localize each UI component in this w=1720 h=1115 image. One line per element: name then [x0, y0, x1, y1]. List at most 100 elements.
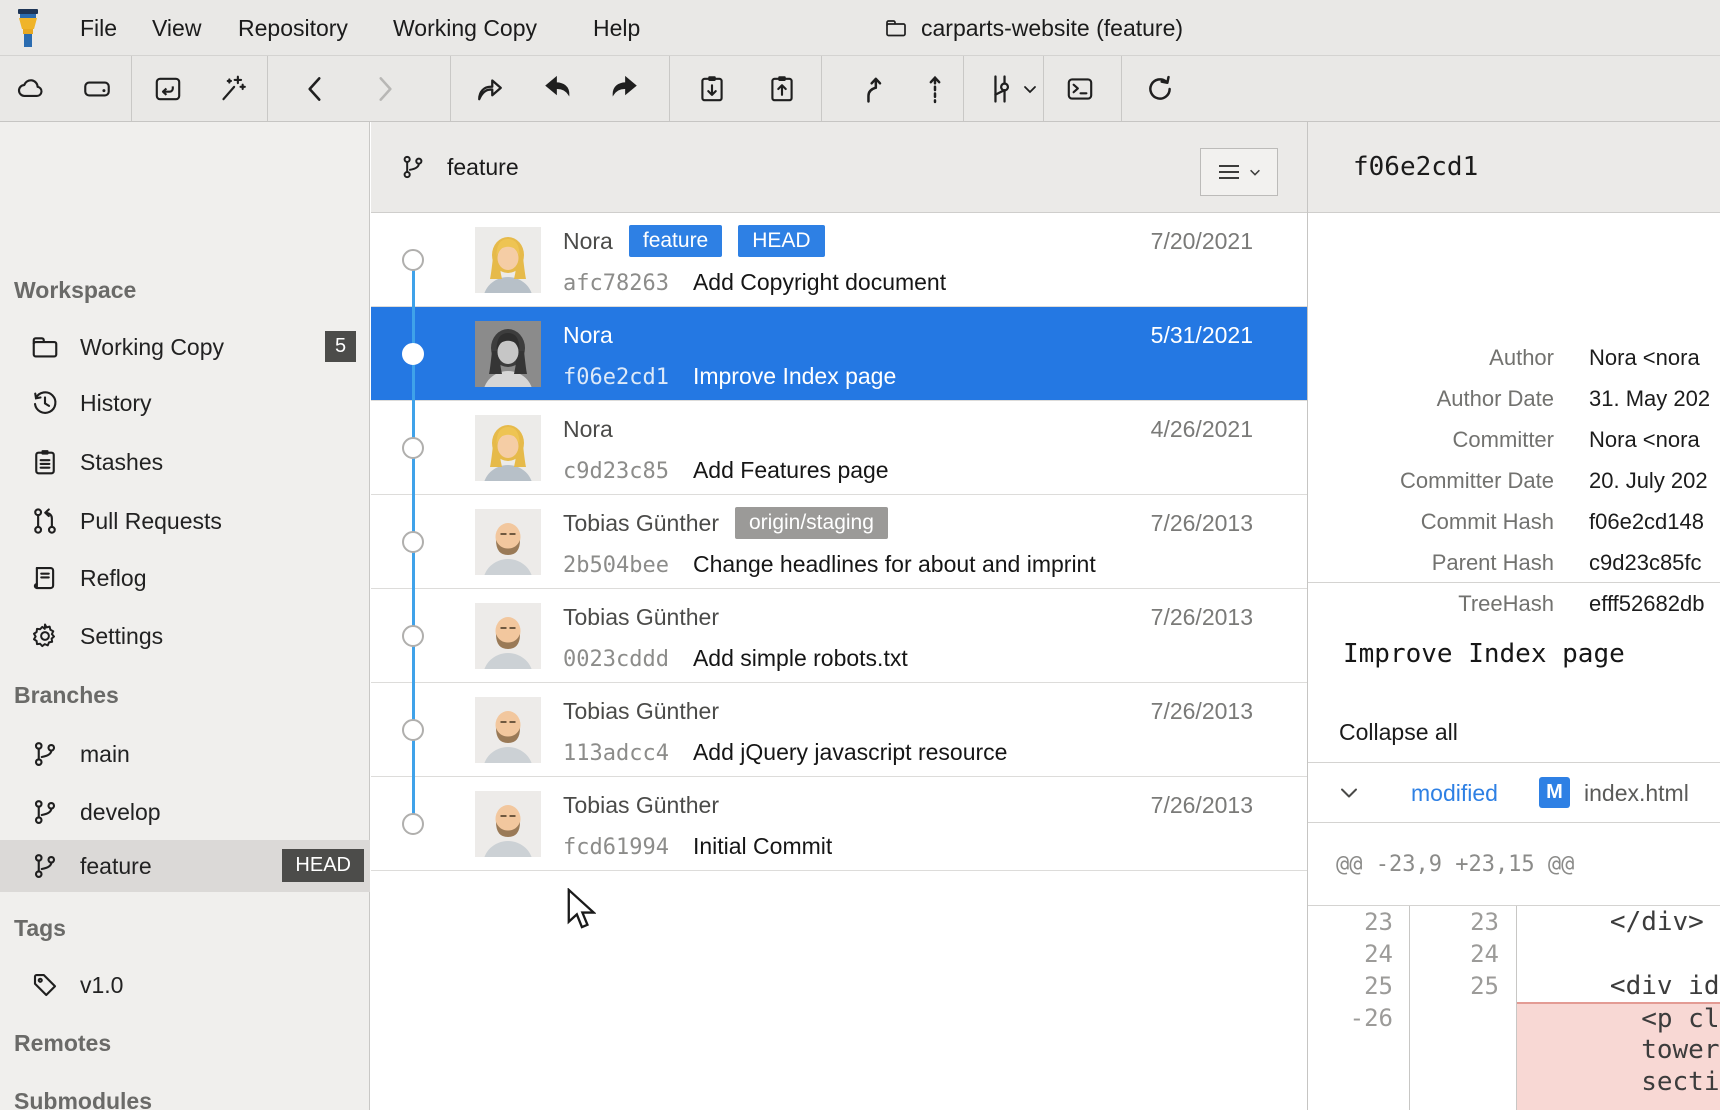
menu-file[interactable]: File: [80, 0, 117, 56]
forward-button[interactable]: [356, 56, 414, 121]
quick-actions-button[interactable]: [203, 56, 261, 121]
sidebar-item-label: main: [80, 728, 130, 780]
commit-hash: c9d23c85: [563, 459, 669, 484]
sidebar-item-tag-v1[interactable]: v1.0: [0, 959, 370, 1011]
sidebar-item-label: Pull Requests: [80, 495, 222, 547]
sidebar-header-submodules: Submodules: [14, 1088, 152, 1115]
sidebar-item-settings[interactable]: Settings: [0, 610, 370, 662]
new-line-number: 23: [1409, 906, 1516, 938]
old-line-number: 25: [1308, 970, 1409, 1002]
window-title-text: carparts-website (feature): [921, 15, 1183, 42]
graph-node: [402, 625, 424, 647]
avatar: [475, 227, 541, 293]
old-line-number: [1308, 1066, 1409, 1098]
diff-column-divider: [1516, 906, 1517, 1110]
old-line-number: -26: [1308, 1002, 1409, 1034]
sidebar-item-label: Reflog: [80, 552, 146, 604]
old-line-number: 24: [1308, 938, 1409, 970]
devices-button[interactable]: [68, 56, 126, 121]
sidebar-item-working-copy[interactable]: Working Copy 5: [0, 321, 370, 373]
detail-fields: Author Nora <nora Author Date 31. May 20…: [1308, 213, 1720, 583]
commit-author: Tobias Günther: [563, 698, 719, 725]
avatar: [475, 697, 541, 763]
code-text: tower: [1516, 1034, 1720, 1066]
folder-icon: [883, 16, 909, 40]
chevron-down-icon[interactable]: [1338, 782, 1360, 804]
diff-line-removed: tower: [1308, 1034, 1720, 1066]
sidebar-item-branch-main[interactable]: main: [0, 728, 370, 780]
modified-badge: M: [1539, 777, 1570, 808]
head-badge: HEAD: [738, 225, 824, 257]
commit-row[interactable]: Tobias Günther 7/26/2013 fcd61994 Initia…: [371, 777, 1307, 871]
commit-row[interactable]: Tobias Günther 7/26/2013 113adcc4 Add jQ…: [371, 683, 1307, 777]
pull-button[interactable]: [844, 56, 902, 121]
commit-detail-panel: f06e2cd1 Author Nora <nora Author Date 3…: [1307, 122, 1720, 1110]
undo-button[interactable]: [529, 56, 587, 121]
changed-file-row[interactable]: modified M index.html: [1308, 763, 1720, 823]
menu-working-copy[interactable]: Working Copy: [393, 0, 537, 56]
tag-icon: [30, 970, 60, 1000]
app-icon: [10, 8, 46, 48]
collapse-all-link[interactable]: Collapse all: [1339, 719, 1458, 746]
sidebar-header-branches: Branches: [14, 682, 119, 709]
field-label: Commit Hash: [1308, 509, 1554, 535]
sidebar-item-pull-requests[interactable]: Pull Requests: [0, 495, 370, 547]
field-value: 31. May 202: [1589, 386, 1720, 412]
graph-node: [402, 813, 424, 835]
sidebar-item-branch-feature[interactable]: feature HEAD: [0, 840, 370, 892]
menu-bar: File View Repository Working Copy Help c…: [0, 0, 1720, 56]
sidebar-item-history[interactable]: History: [0, 377, 370, 429]
push-button[interactable]: [906, 56, 964, 121]
commit-row[interactable]: Tobias Günther origin/staging 7/26/2013 …: [371, 495, 1307, 589]
stash-save-button[interactable]: [683, 56, 741, 121]
merge-dropdown-chevron[interactable]: [1016, 56, 1044, 121]
terminal-button[interactable]: [1051, 56, 1109, 121]
commit-date: 7/26/2013: [1151, 698, 1267, 725]
diff-line-removed: secti: [1308, 1066, 1720, 1098]
head-badge: HEAD: [282, 849, 364, 882]
commit-message: Add Features page: [693, 457, 889, 484]
menu-help[interactable]: Help: [593, 0, 640, 56]
commit-row-selected[interactable]: Nora 5/31/2021 f06e2cd1 Improve Index pa…: [371, 307, 1307, 401]
menu-view[interactable]: View: [152, 0, 201, 56]
commit-date: 7/26/2013: [1151, 510, 1267, 537]
cloud-button[interactable]: [2, 56, 60, 121]
pull-request-icon: [30, 506, 60, 536]
current-branch-label: feature: [447, 122, 519, 213]
detail-header: f06e2cd1: [1308, 122, 1720, 213]
avatar: [475, 415, 541, 481]
sidebar-item-reflog[interactable]: Reflog: [0, 552, 370, 604]
commit-message: Add jQuery javascript resource: [693, 739, 1007, 766]
redo-button[interactable]: [595, 56, 653, 121]
sidebar-item-stashes[interactable]: Stashes: [0, 436, 370, 488]
branch-badge: feature: [629, 225, 722, 257]
branch-icon: [30, 851, 60, 881]
stash-apply-button[interactable]: [753, 56, 811, 121]
diff-line: 23 23 </div>: [1308, 906, 1720, 938]
commit-hash: afc78263: [563, 271, 669, 296]
sidebar-item-label: Working Copy: [80, 321, 224, 373]
diff-line: 24 24: [1308, 938, 1720, 970]
avatar: [475, 603, 541, 669]
sidebar-item-branch-develop[interactable]: develop: [0, 786, 370, 838]
gear-icon: [30, 621, 60, 651]
menu-repository[interactable]: Repository: [238, 0, 348, 56]
hamburger-icon: [1217, 163, 1241, 181]
open-repository-button[interactable]: [139, 56, 197, 121]
graph-node: [402, 531, 424, 553]
commit-row[interactable]: Nora feature HEAD 7/20/2021 afc78263 Add…: [371, 213, 1307, 307]
branch-icon: [30, 739, 60, 769]
hunk-range: @@ -23,9 +23,15 @@: [1336, 823, 1574, 906]
checkout-button[interactable]: [461, 56, 519, 121]
sidebar: Workspace Working Copy 5 History: [0, 122, 370, 1110]
list-options-button[interactable]: [1200, 148, 1278, 196]
detail-commit-hash: f06e2cd1: [1353, 122, 1478, 213]
refresh-button[interactable]: [1131, 56, 1189, 121]
commit-hash: f06e2cd1: [563, 365, 669, 390]
commit-row[interactable]: Nora 4/26/2021 c9d23c85 Add Features pag…: [371, 401, 1307, 495]
commit-row[interactable]: Tobias Günther 7/26/2013 0023cddd Add si…: [371, 589, 1307, 683]
back-button[interactable]: [286, 56, 344, 121]
new-line-number: [1409, 1066, 1516, 1098]
commit-author: Tobias Günther: [563, 604, 719, 631]
avatar: [475, 509, 541, 575]
